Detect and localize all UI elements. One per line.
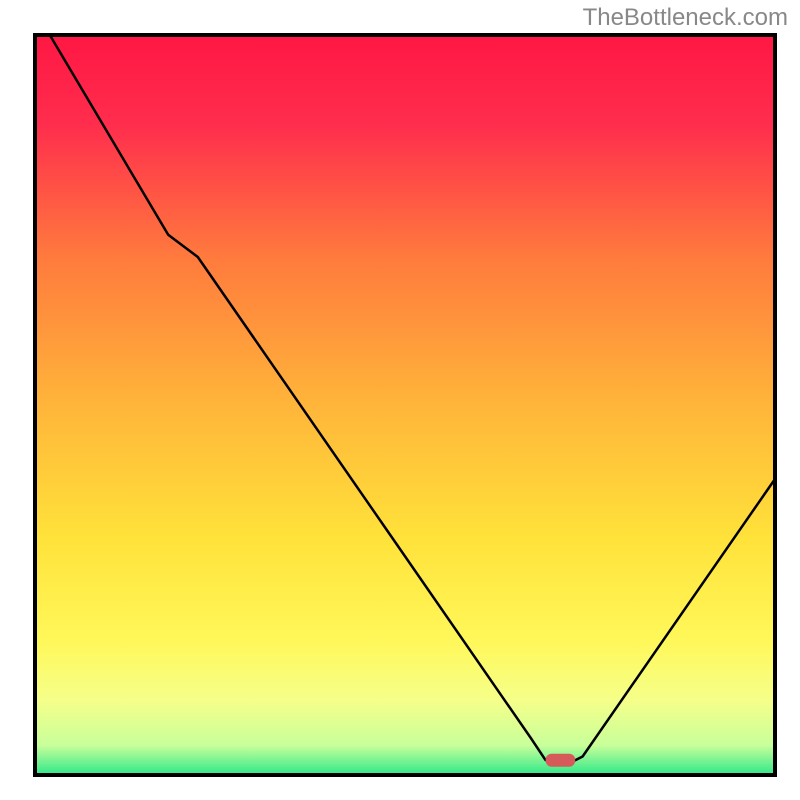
plot-background <box>35 35 775 775</box>
bottleneck-chart <box>0 0 800 800</box>
optimal-marker <box>546 754 576 767</box>
watermark-text: TheBottleneck.com <box>583 4 788 32</box>
